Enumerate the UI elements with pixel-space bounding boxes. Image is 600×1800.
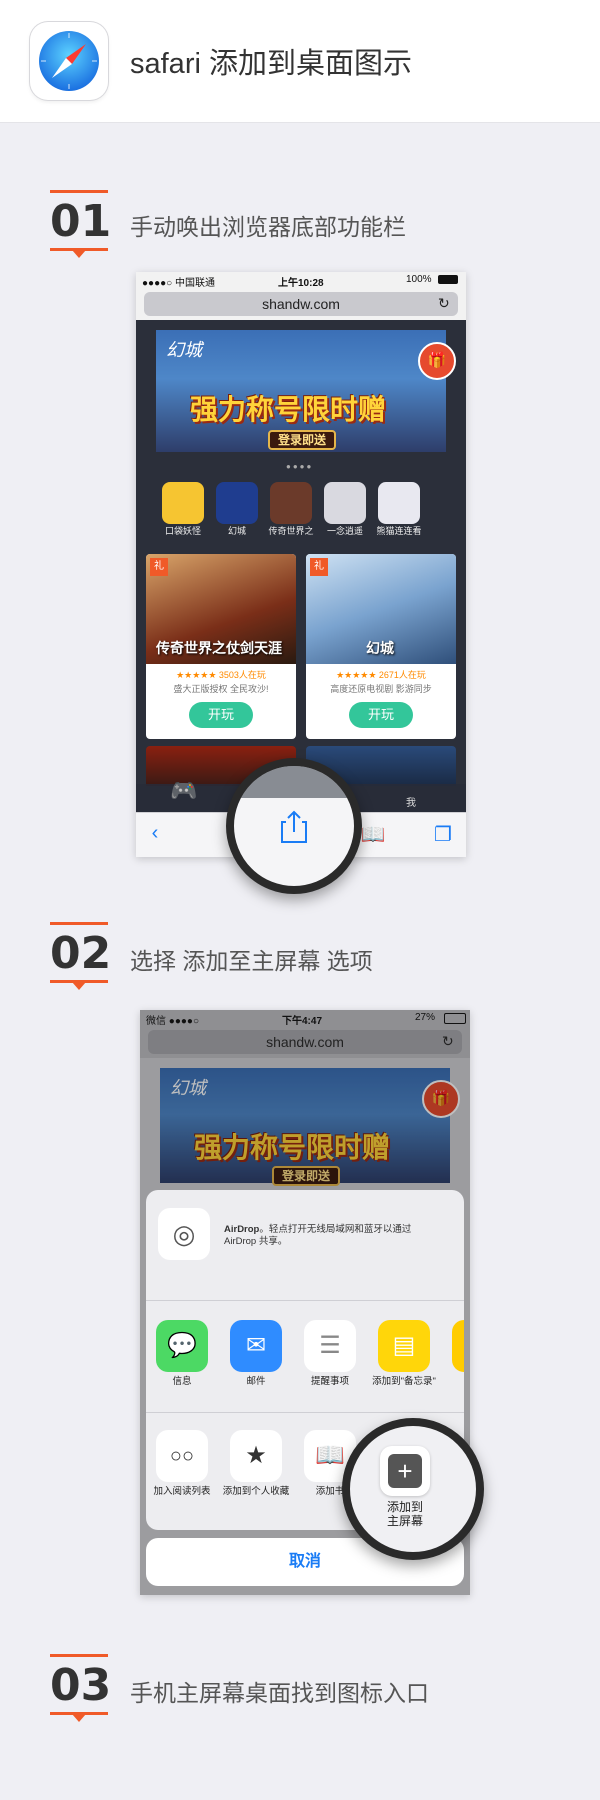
magnifier-circle — [226, 758, 362, 894]
step-number: 03 — [50, 1660, 112, 1711]
add-to-home-label: 添加到 主屏幕 — [386, 1500, 423, 1528]
share-label: 加入阅读列表 — [153, 1486, 211, 1497]
gift-icon[interactable]: 🎁 — [418, 342, 456, 380]
safari-compass-icon — [30, 22, 108, 100]
step-notch-icon — [72, 982, 86, 990]
url-bar[interactable]: shandw.com — [148, 1030, 462, 1054]
promo-banner: 幻城 强力称号限时赠 登录即送 — [160, 1068, 450, 1186]
airdrop-description: AirDrop。轻点打开无线局域网和蓝牙以通过AirDrop 共享。 — [224, 1224, 424, 1248]
add-home-tile[interactable]: + — [380, 1446, 430, 1496]
banner-logo: 幻城 — [166, 340, 202, 360]
clock-label: 下午4:47 — [282, 1016, 323, 1027]
card-desc: 盛大正版授权 全民攻沙! — [173, 684, 269, 694]
banner-button: 登录即送 — [272, 1166, 340, 1186]
share-label: 提醒事项 — [310, 1376, 349, 1387]
carrier-label: ●●●●○ 中国联通 — [142, 278, 215, 289]
step-divider — [50, 1654, 108, 1657]
carousel-dots: ●●●● — [286, 462, 314, 471]
reload-icon[interactable]: ↻ — [438, 295, 450, 312]
step-text: 手机主屏幕桌面找到图标入口 — [130, 1680, 429, 1706]
clock-label: 上午10:28 — [278, 278, 324, 289]
messages-icon[interactable]: 💬 — [156, 1320, 208, 1372]
card-players: ★★★★★ 2671人在玩 — [336, 670, 426, 680]
step-text: 选择 添加至主屏幕 选项 — [130, 948, 373, 974]
banner-headline: 强力称号限时赠 — [194, 1132, 391, 1163]
page-title: safari 添加到桌面图示 — [130, 48, 412, 80]
tab-me[interactable]: 我 — [406, 794, 416, 809]
back-icon[interactable]: ‹ — [140, 822, 170, 845]
airdrop-title: AirDrop — [224, 1224, 260, 1235]
battery-icon — [438, 275, 458, 284]
step-notch-icon — [72, 1714, 86, 1722]
airdrop-icon[interactable]: ◎ — [158, 1208, 210, 1260]
sheet-divider — [146, 1412, 464, 1413]
battery-icon — [444, 1013, 466, 1024]
play-button[interactable]: 开玩 — [189, 702, 253, 728]
plus-icon: + — [388, 1454, 422, 1488]
reload-icon[interactable]: ↻ — [442, 1033, 454, 1050]
gamepad-icon[interactable]: 🎮 — [170, 778, 197, 804]
game-card[interactable]: 礼 传奇世界之仗剑天涯 ★★★★★ 3503人在玩 盛大正版授权 全民攻沙! 开… — [146, 554, 296, 739]
card-title: 传奇世界之仗剑天涯 — [156, 640, 282, 656]
banner-headline: 强力称号限时赠 — [190, 394, 387, 425]
card-desc: 高度还原电视剧 影游同步 — [330, 684, 432, 694]
game-icon-yinian[interactable] — [324, 482, 366, 524]
banner-button: 登录即送 — [268, 430, 336, 450]
share-icon[interactable] — [278, 810, 310, 844]
step-number: 02 — [50, 928, 112, 979]
game-icon-huancheng[interactable] — [216, 482, 258, 524]
game-label: 一念逍遥 — [326, 526, 363, 536]
game-label: 熊猫连连看 — [376, 526, 422, 536]
tabs-icon[interactable]: ❐ — [428, 822, 458, 847]
play-button[interactable]: 开玩 — [349, 702, 413, 728]
step-text: 手动唤出浏览器底部功能栏 — [130, 214, 406, 240]
share-label: 邮件 — [246, 1376, 266, 1387]
share-label: 添加到"备忘录" — [372, 1376, 436, 1387]
notes-icon[interactable]: ▤ — [378, 1320, 430, 1372]
game-icon-panda[interactable] — [378, 482, 420, 524]
share-label: 添加到个人收藏 — [222, 1486, 290, 1497]
star-icon[interactable]: ★ — [230, 1430, 282, 1482]
card-title: 幻城 — [366, 640, 394, 656]
carrier-label: 微信 ●●●●○ — [146, 1016, 199, 1027]
battery-label: 100% — [406, 274, 432, 285]
promo-banner[interactable]: 幻城 强力称号限时赠 登录即送 — [156, 330, 446, 452]
step-number: 01 — [50, 196, 112, 247]
url-bar[interactable]: shandw.com — [144, 292, 458, 316]
step-divider — [50, 922, 108, 925]
gift-tag: 礼 — [310, 558, 328, 576]
game-card[interactable]: 礼 幻城 ★★★★★ 2671人在玩 高度还原电视剧 影游同步 开玩 — [306, 554, 456, 739]
url-text: shandw.com — [266, 1034, 344, 1050]
banner-logo: 幻城 — [170, 1078, 206, 1098]
gift-tag: 礼 — [150, 558, 168, 576]
game-label: 口袋妖怪 — [164, 526, 201, 536]
game-label: 幻城 — [227, 526, 246, 536]
game-label: 传奇世界之 — [268, 526, 314, 536]
step-notch-icon — [72, 250, 86, 258]
step-divider — [50, 190, 108, 193]
gift-icon: 🎁 — [422, 1080, 460, 1118]
status-bar: 微信 ●●●●○ 下午4:47 27% — [140, 1010, 470, 1027]
glasses-icon[interactable]: ○○ — [156, 1430, 208, 1482]
more-apps-edge — [452, 1320, 464, 1372]
bookmarks-icon[interactable]: 📖 — [358, 822, 388, 847]
game-icon-chuanqi[interactable] — [270, 482, 312, 524]
magnifier-circle: + 添加到 主屏幕 — [342, 1418, 484, 1560]
sheet-divider — [146, 1300, 464, 1301]
game-icon-pokemon[interactable] — [162, 482, 204, 524]
card-players: ★★★★★ 3503人在玩 — [176, 670, 266, 680]
url-text: shandw.com — [262, 296, 340, 312]
share-label: 信息 — [172, 1376, 192, 1387]
battery-label: 27% — [415, 1012, 436, 1023]
status-bar: ●●●●○ 中国联通 上午10:28 100% — [136, 272, 466, 289]
reminders-icon[interactable]: ☰ — [304, 1320, 356, 1372]
mail-icon[interactable]: ✉ — [230, 1320, 282, 1372]
magnifier-backdrop — [234, 766, 354, 798]
